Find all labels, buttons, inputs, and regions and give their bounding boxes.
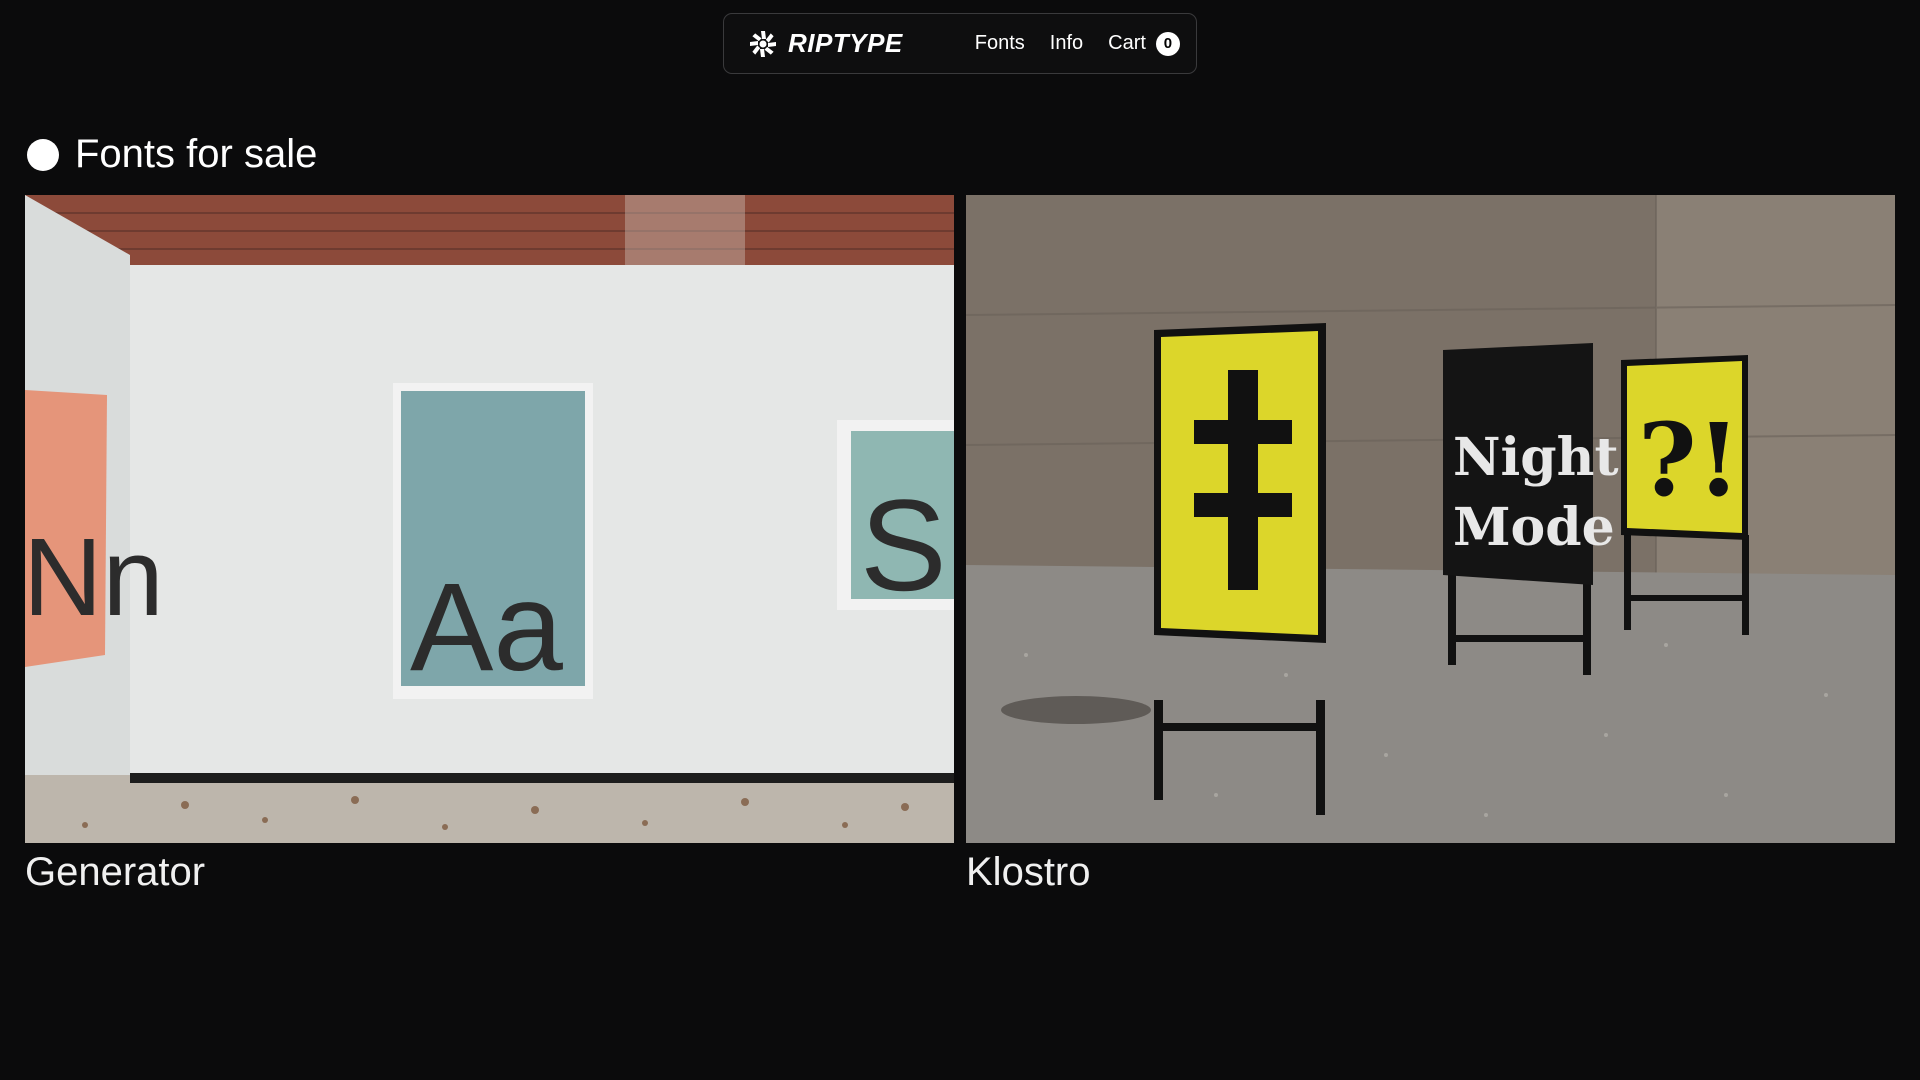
font-name-generator: Generator bbox=[25, 850, 206, 894]
font-name-klostro: Klostro bbox=[966, 850, 1091, 894]
nav-links: Fonts Info Cart 0 bbox=[975, 31, 1180, 56]
brand-name: RIPTYPE bbox=[788, 28, 903, 58]
svg-text:Night: Night bbox=[1453, 427, 1618, 488]
section-title: Fonts for sale bbox=[75, 132, 318, 176]
font-card-generator[interactable]: Nn Aa S Generator bbox=[25, 195, 954, 894]
nav-link-fonts[interactable]: Fonts bbox=[975, 32, 1025, 55]
asterisk-burst-icon bbox=[750, 30, 776, 57]
poster-text-s: S bbox=[860, 472, 947, 618]
poster-text-aa: Aa bbox=[410, 558, 563, 697]
font-card-klostro[interactable]: Night Mode ?! Klostro bbox=[966, 195, 1895, 894]
nav-link-info[interactable]: Info bbox=[1050, 32, 1083, 55]
klostro-preview-image: Night Mode ?! bbox=[966, 195, 1895, 843]
svg-text:Mode: Mode bbox=[1453, 497, 1615, 558]
cart-button[interactable]: Cart 0 bbox=[1108, 31, 1180, 56]
brand-logo-link[interactable]: RIPTYPE bbox=[748, 28, 903, 59]
cart-label: Cart bbox=[1108, 32, 1146, 54]
section-heading: Fonts for sale bbox=[27, 132, 317, 177]
poster-text-interrobang: ?! bbox=[1638, 401, 1741, 519]
generator-preview-image: Nn Aa S bbox=[25, 195, 954, 843]
poster-text-nn: Nn bbox=[25, 516, 164, 639]
top-navigation: RIPTYPE Fonts Info Cart 0 bbox=[723, 13, 1197, 74]
circle-dot-icon bbox=[27, 138, 59, 171]
cart-count-badge: 0 bbox=[1155, 31, 1180, 56]
